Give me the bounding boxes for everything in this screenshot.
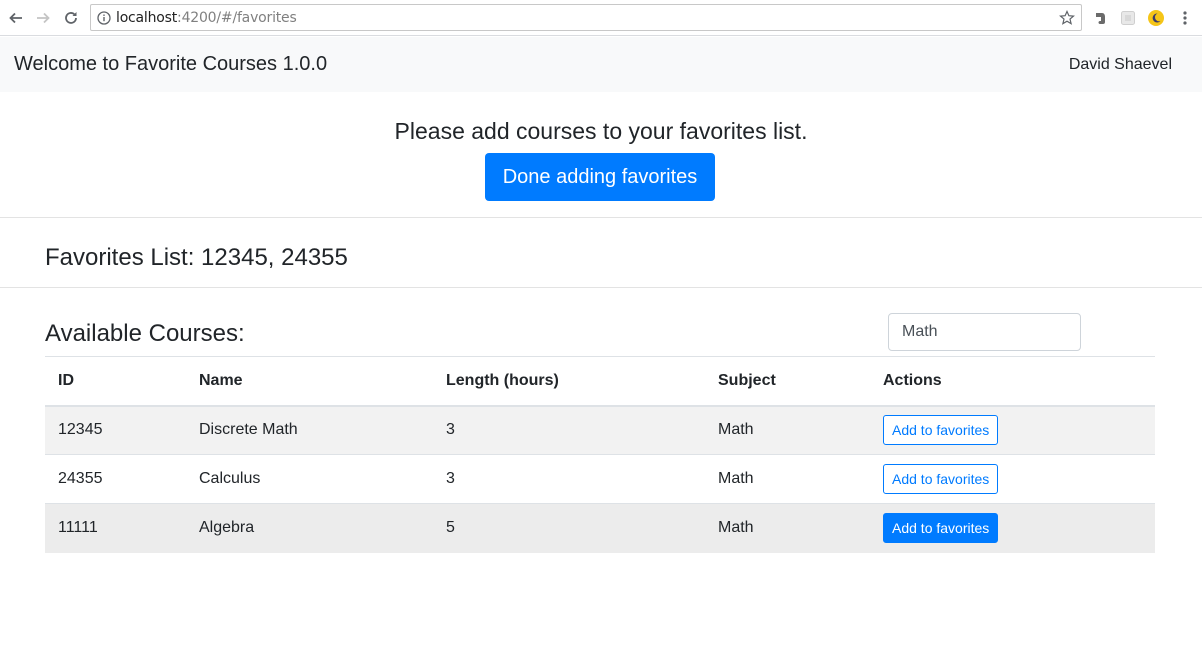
course-subject: Math	[705, 503, 870, 553]
extension-puzzle-icon[interactable]	[1119, 9, 1137, 27]
column-header-name: Name	[186, 356, 433, 407]
info-icon[interactable]	[97, 10, 111, 25]
course-actions: Add to favorites	[870, 405, 1155, 455]
add-to-favorites-button[interactable]: Add to favorites	[883, 464, 999, 494]
course-id: 24355	[45, 454, 186, 504]
course-id: 11111	[45, 503, 186, 553]
available-courses-heading: Available Courses:	[45, 320, 245, 347]
column-header-length: Length (hours)	[433, 356, 705, 407]
bookmark-star-icon[interactable]	[1059, 10, 1075, 26]
column-header-id: ID	[45, 356, 186, 407]
back-icon[interactable]	[5, 7, 27, 29]
url-text: localhost:4200/#/favorites	[116, 9, 297, 26]
evernote-extension-icon[interactable]	[1091, 9, 1109, 27]
reload-icon[interactable]	[60, 7, 82, 29]
course-length: 3	[433, 405, 705, 455]
course-length: 3	[433, 454, 705, 504]
browser-toolbar: localhost:4200/#/favorites	[0, 0, 1202, 36]
course-name: Discrete Math	[186, 405, 433, 455]
divider	[0, 217, 1202, 218]
table-header-row: ID Name Length (hours) Subject Actions	[45, 356, 1155, 407]
user-name: David Shaevel	[1068, 56, 1172, 73]
courses-table: ID Name Length (hours) Subject Actions 1…	[45, 356, 1155, 553]
column-header-actions: Actions	[870, 356, 1155, 407]
app-navbar: Welcome to Favorite Courses 1.0.0 David …	[0, 37, 1202, 92]
add-favorites-prompt: Please add courses to your favorites lis…	[394, 118, 808, 144]
column-header-subject: Subject	[705, 356, 870, 407]
done-adding-favorites-button[interactable]: Done adding favorites	[485, 153, 715, 201]
course-subject: Math	[705, 405, 870, 455]
course-length: 5	[433, 503, 705, 553]
night-mode-extension-icon[interactable]	[1147, 9, 1165, 27]
favorites-list-heading: Favorites List: 12345, 24355	[45, 244, 348, 271]
add-to-favorites-button[interactable]: Add to favorites	[883, 415, 999, 446]
app-brand[interactable]: Welcome to Favorite Courses 1.0.0	[14, 53, 327, 76]
course-filter-input[interactable]	[888, 313, 1081, 351]
course-actions: Add to favorites	[870, 454, 1155, 504]
course-id: 12345	[45, 405, 186, 455]
forward-icon[interactable]	[32, 7, 54, 29]
divider	[0, 287, 1202, 288]
course-subject: Math	[705, 454, 870, 504]
course-name: Calculus	[186, 454, 433, 504]
course-actions: Add to favorites	[870, 503, 1155, 553]
table-row: 12345 Discrete Math 3 Math Add to favori…	[45, 405, 1155, 455]
table-row: 11111 Algebra 5 Math Add to favorites	[45, 503, 1155, 553]
course-name: Algebra	[186, 503, 433, 553]
add-to-favorites-button[interactable]: Add to favorites	[883, 513, 999, 544]
table-row: 24355 Calculus 3 Math Add to favorites	[45, 454, 1155, 504]
menu-kebab-icon[interactable]	[1176, 9, 1194, 27]
address-bar[interactable]: localhost:4200/#/favorites	[90, 4, 1082, 31]
